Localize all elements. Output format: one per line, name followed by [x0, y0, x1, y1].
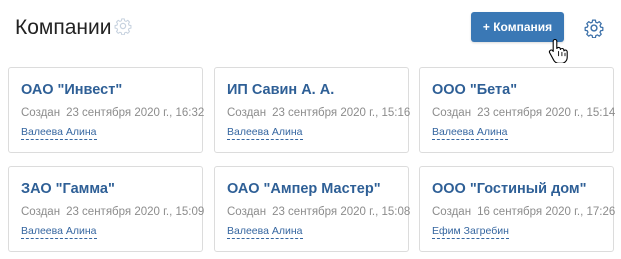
- created-date: 23 сентября 2020 г., 15:16: [272, 107, 411, 119]
- company-card[interactable]: ИП Савин А. А. Создан 23 сентября 2020 г.…: [214, 67, 410, 153]
- page-header: Компании + Компания: [0, 0, 621, 63]
- company-card[interactable]: ЗАО "Гамма" Создан 23 сентября 2020 г., 1…: [8, 166, 204, 252]
- author-link[interactable]: Валеева Алина: [227, 225, 303, 239]
- page-title: Компании: [15, 16, 112, 39]
- author-link[interactable]: Валеева Алина: [227, 126, 303, 140]
- author-link[interactable]: Валеева Алина: [21, 225, 97, 239]
- gear-icon[interactable]: [114, 17, 132, 35]
- created-label: Создан: [227, 107, 267, 119]
- author-link[interactable]: Валеева Алина: [432, 126, 508, 140]
- created-date: 16 сентября 2020 г., 17:26: [477, 206, 616, 218]
- company-card[interactable]: ООО "Гостиный дом" Создан 16 сентября 202…: [419, 166, 615, 252]
- created-label: Создан: [227, 206, 267, 218]
- company-name[interactable]: ЗАО "Гамма": [21, 181, 115, 197]
- created-date: 23 сентября 2020 г., 15:08: [272, 206, 411, 218]
- company-name[interactable]: ООО "Гостиный дом": [432, 181, 587, 197]
- company-name[interactable]: ОАО "Ампер Мастер": [227, 181, 381, 197]
- company-card[interactable]: ОАО "Ампер Мастер" Создан 23 сентября 202…: [214, 166, 410, 252]
- created-date: 23 сентября 2020 г., 16:32: [66, 107, 205, 119]
- settings-gear-icon[interactable]: [584, 18, 604, 38]
- created-date: 23 сентября 2020 г., 15:14: [477, 107, 616, 119]
- created-label: Создан: [432, 206, 472, 218]
- created-info: Создан 23 сентября 2020 г., 15:09: [21, 206, 204, 218]
- created-info: Создан 23 сентября 2020 г., 15:16: [227, 107, 410, 119]
- created-label: Создан: [432, 107, 472, 119]
- company-card[interactable]: ООО "Бета" Создан 23 сентября 2020 г., 15…: [419, 67, 615, 153]
- created-info: Создан 23 сентября 2020 г., 15:08: [227, 206, 410, 218]
- created-info: Создан 16 сентября 2020 г., 17:26: [432, 206, 615, 218]
- company-name[interactable]: ОАО "Инвест": [21, 82, 122, 98]
- created-label: Создан: [21, 107, 61, 119]
- author-link[interactable]: Ефим Загребин: [432, 225, 509, 239]
- author-link[interactable]: Валеева Алина: [21, 126, 97, 140]
- created-date: 23 сентября 2020 г., 15:09: [66, 206, 205, 218]
- created-info: Создан 23 сентября 2020 г., 16:32: [21, 107, 204, 119]
- hand-pointer-icon: [548, 38, 568, 63]
- company-name[interactable]: ООО "Бета": [432, 82, 517, 98]
- company-card[interactable]: ОАО "Инвест" Создан 23 сентября 2020 г., …: [8, 67, 204, 153]
- created-info: Создан 23 сентября 2020 г., 15:14: [432, 107, 615, 119]
- company-name[interactable]: ИП Савин А. А.: [227, 82, 334, 98]
- created-label: Создан: [21, 206, 61, 218]
